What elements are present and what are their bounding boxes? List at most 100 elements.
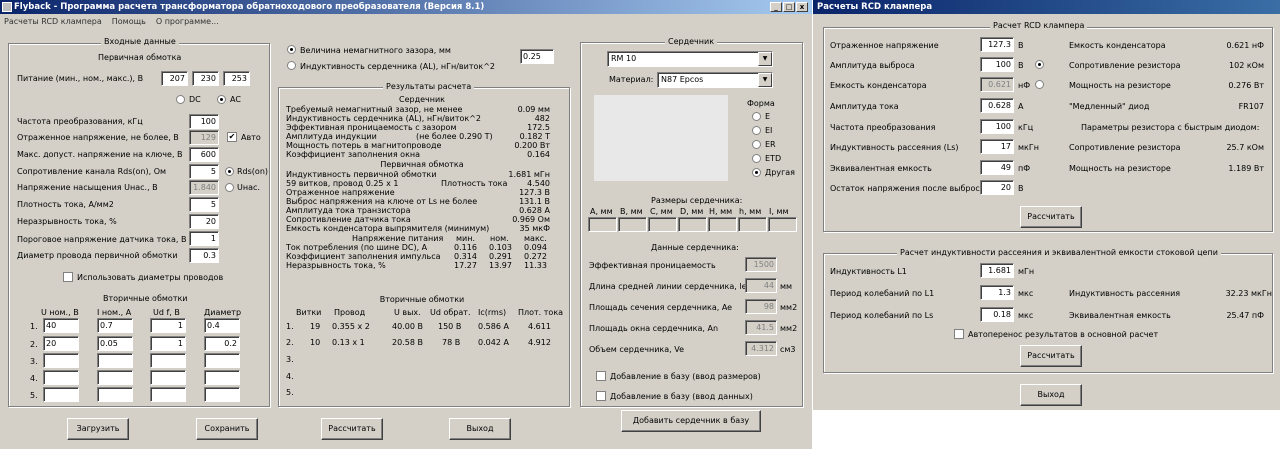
rcd-input[interactable]: 17 — [980, 139, 1014, 154]
dim-input-d[interactable] — [678, 217, 707, 232]
sec-row-num: 5. — [30, 391, 38, 400]
core-data-input[interactable]: 98 — [745, 299, 777, 314]
auto-checkbox[interactable]: ✔ — [227, 132, 237, 142]
sec-i-input[interactable]: 0.7 — [97, 318, 133, 333]
rcd-result-label: Сопротивление резистора — [1069, 61, 1181, 70]
sec-u-input[interactable] — [43, 370, 79, 385]
rds-input[interactable]: 5 — [189, 164, 219, 179]
chevron-down-icon[interactable]: ▼ — [758, 52, 772, 66]
rds-radio[interactable] — [225, 167, 234, 176]
core-data-input[interactable]: 44 — [745, 278, 777, 293]
rcd-input[interactable]: 100 — [980, 57, 1014, 72]
menu-rcd[interactable]: Расчеты RCD клампера — [4, 17, 102, 26]
sec-diam-input[interactable] — [204, 370, 240, 385]
auto-transfer-checkbox[interactable] — [954, 329, 964, 339]
rcd-input[interactable]: 127.3 — [980, 37, 1014, 52]
primary-diam-input[interactable]: 0.3 — [189, 248, 219, 263]
rcd-input[interactable]: 100 — [980, 119, 1014, 134]
sec-u-input[interactable] — [43, 387, 79, 402]
save-button[interactable]: Сохранить — [196, 418, 258, 440]
sec-res-cell: 4.611 — [528, 322, 551, 331]
al-radio[interactable] — [287, 61, 296, 70]
load-button[interactable]: Загрузить — [67, 418, 129, 440]
sec-diam-input[interactable] — [204, 353, 240, 368]
core-data-input[interactable]: 41.5 — [745, 320, 777, 335]
chevron-down-icon[interactable]: ▼ — [758, 73, 772, 87]
dim-input-b[interactable] — [618, 217, 647, 232]
calculate-button[interactable]: Рассчитать — [321, 418, 383, 440]
rcd-input[interactable]: 20 — [980, 180, 1014, 195]
close-button[interactable]: x — [796, 2, 808, 12]
sec-diam-input[interactable]: 0.2 — [204, 336, 240, 351]
sec-u-input[interactable]: 40 — [43, 318, 79, 333]
dim-input-a[interactable] — [588, 217, 617, 232]
sec-res-cell: 20.58 В — [392, 338, 423, 347]
sec-ud-input[interactable] — [150, 370, 186, 385]
sec-res-cell: 0.13 x 1 — [332, 338, 365, 347]
current-density-input[interactable]: 5 — [189, 197, 219, 212]
dc-radio[interactable] — [176, 95, 185, 104]
sec-diam-input[interactable]: 0.4 — [204, 318, 240, 333]
continuity-input[interactable]: 20 — [189, 214, 219, 229]
add-core-button[interactable]: Добавить сердечник в базу — [621, 410, 761, 432]
menu-help[interactable]: Помощь — [112, 17, 146, 26]
rcd-exit-button[interactable]: Выход — [1020, 384, 1082, 406]
shape-radio-etd[interactable] — [752, 154, 761, 163]
minimize-button[interactable]: _ — [770, 2, 782, 12]
dim-input-h2[interactable] — [738, 217, 767, 232]
supply-max-input[interactable]: 253 — [223, 71, 250, 86]
result-label: 59 витков, провод 0.25 x 1 — [286, 179, 399, 188]
leak-input[interactable]: 1.3 — [980, 285, 1014, 300]
rcd-input[interactable]: 0.628 — [980, 98, 1014, 113]
supply-nom-input[interactable]: 230 — [192, 71, 219, 86]
refl-voltage-input[interactable]: 129 — [189, 130, 219, 145]
add-dims-checkbox[interactable] — [596, 371, 606, 381]
rcd-amplitude-radio[interactable] — [1035, 60, 1044, 69]
material-select[interactable]: N87 Epcos ▼ — [657, 72, 773, 88]
shape-radio-other[interactable] — [752, 168, 761, 177]
sec-ud-input[interactable]: 1 — [150, 318, 186, 333]
menu-about[interactable]: О программе... — [156, 17, 219, 26]
dim-input-h[interactable] — [708, 217, 737, 232]
usat-input[interactable]: 1.840 — [189, 180, 219, 195]
ac-radio[interactable] — [217, 95, 226, 104]
sec-i-input[interactable] — [97, 370, 133, 385]
gap-value-input[interactable]: 0.25 — [520, 49, 554, 64]
core-data-input[interactable]: 1500 — [745, 257, 777, 272]
leak-input[interactable]: 1.681 — [980, 263, 1014, 278]
sec-ud-input[interactable] — [150, 353, 186, 368]
sense-threshold-input[interactable]: 1 — [189, 231, 219, 246]
maximize-button[interactable]: □ — [783, 2, 795, 12]
supply-min-input[interactable]: 207 — [161, 71, 188, 86]
rcd-capacitor-radio[interactable] — [1035, 80, 1044, 89]
sec-ud-input[interactable]: 1 — [150, 336, 186, 351]
sec-ud-input[interactable] — [150, 387, 186, 402]
freq-input[interactable]: 100 — [189, 114, 219, 129]
usat-radio[interactable] — [225, 183, 234, 192]
shape-radio-er[interactable] — [752, 140, 761, 149]
menu-bar: Расчеты RCD клампера Помощь О программе... — [0, 15, 812, 29]
sec-u-input[interactable]: 20 — [43, 336, 79, 351]
gap-radio[interactable] — [287, 45, 296, 54]
sec-u-input[interactable] — [43, 353, 79, 368]
leak-calculate-button[interactable]: Рассчитать — [1020, 345, 1082, 367]
core-data-input[interactable]: 4.312 — [745, 341, 777, 356]
dim-input-c[interactable] — [648, 217, 677, 232]
max-voltage-input[interactable]: 600 — [189, 147, 219, 162]
sec-i-input[interactable] — [97, 387, 133, 402]
sec-i-input[interactable]: 0.05 — [97, 336, 133, 351]
sec-diam-input[interactable] — [204, 387, 240, 402]
rcd-input[interactable]: 0.621 — [980, 77, 1014, 92]
use-diam-label: Использовать диаметры проводов — [77, 273, 224, 282]
core-model-select[interactable]: RM 10 ▼ — [607, 51, 773, 67]
use-diam-checkbox[interactable] — [63, 272, 73, 282]
rcd-calculate-button[interactable]: Рассчитать — [1020, 206, 1082, 228]
shape-radio-e[interactable] — [752, 112, 761, 121]
dim-input-i[interactable] — [768, 217, 797, 232]
sec-i-input[interactable] — [97, 353, 133, 368]
rcd-input[interactable]: 49 — [980, 160, 1014, 175]
add-data-checkbox[interactable] — [596, 391, 606, 401]
leak-input[interactable]: 0.18 — [980, 307, 1014, 322]
exit-button[interactable]: Выход — [449, 418, 511, 440]
shape-radio-ei[interactable] — [752, 126, 761, 135]
